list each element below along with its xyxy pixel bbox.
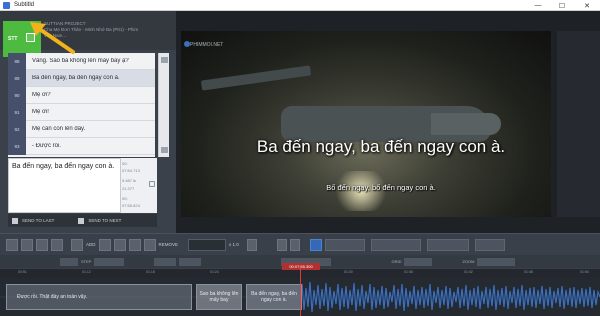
send-bar: SEND TO LAST SEND TO NEXT: [8, 214, 157, 227]
list-item-selected[interactable]: 89 Ba đến ngay, ba đến ngay con à.: [8, 69, 155, 87]
lock-column: [147, 158, 157, 213]
plane-nose-shape: [431, 113, 501, 135]
row-number: 91: [8, 103, 26, 121]
playhead[interactable]: [300, 268, 301, 316]
title-bar: Subtitld — ☐ ✕: [0, 0, 600, 11]
video-side-panel: [557, 31, 600, 217]
start-time[interactable]: 07:54.713: [122, 168, 140, 173]
add-icon[interactable]: [71, 238, 83, 251]
subtitle-edit-text[interactable]: Ba đến ngay, ba đến ngay con à.: [12, 162, 117, 171]
layout-group[interactable]: [474, 238, 505, 251]
main-toolbar: ADD REMOVE x 1.0: [0, 233, 600, 255]
insert-icon[interactable]: [98, 238, 111, 251]
ruler-tick: 01:36: [404, 270, 413, 274]
send-to-last-icon[interactable]: [12, 217, 18, 224]
playback-group[interactable]: [324, 238, 365, 251]
snap-group[interactable]: [426, 238, 469, 251]
duration-value[interactable]: 9.487 ik: [122, 178, 136, 183]
timeline-subtitle-block[interactable]: Được rồi. Thật đáy an toàn vậy.: [6, 284, 192, 310]
timing-column: 00: 07:54.713 9.487 ik 21.377 00: 07:55.…: [121, 158, 147, 213]
speed-value[interactable]: x 1.0: [229, 242, 239, 247]
ruler-tick: 00:51: [18, 270, 27, 274]
row-text: Mẹ ơi?: [32, 92, 51, 98]
minimize-button[interactable]: —: [527, 0, 549, 11]
timeline-subtitle-block[interactable]: Sao ba không lên máy bay: [196, 284, 242, 310]
timeline-subtitle-block-selected[interactable]: Ba đến ngay, ba đến ngay con à.: [246, 284, 302, 310]
row-number: 88: [8, 52, 26, 70]
slice-icon[interactable]: [113, 238, 126, 251]
view-group[interactable]: [370, 238, 421, 251]
row-text: Mẹ cần con lên đây.: [32, 126, 86, 132]
maximize-button[interactable]: ☐: [551, 0, 573, 11]
remove-button[interactable]: REMOVE: [159, 242, 179, 247]
subtitle-list-panel: SUTTIAN PROJECT Cha Mẹ Đơn Thân - Minh N…: [0, 11, 176, 233]
ruler-tick: 01:18: [146, 270, 155, 274]
list-item[interactable]: 92 Mẹ cần con lên đây.: [8, 120, 155, 138]
speed-select[interactable]: [188, 238, 227, 251]
grid-label: GRID: [391, 259, 402, 264]
remove-icon[interactable]: [143, 238, 156, 251]
overlap-icon[interactable]: [128, 238, 141, 251]
zoom-field[interactable]: [477, 257, 516, 266]
mark-button[interactable]: [154, 257, 177, 266]
video-player[interactable]: PHIMMOI.NET Ba đến ngay, ba đến ngay con…: [181, 31, 551, 217]
subtitle-editor[interactable]: Ba đến ngay, ba đến ngay con à.: [8, 158, 121, 213]
end-time[interactable]: 07:55.624: [122, 203, 140, 208]
stop-icon[interactable]: [246, 238, 257, 251]
prev-icon[interactable]: [276, 238, 287, 251]
ruler-tick: 01:12: [82, 270, 91, 274]
zoom-label: ZOOM: [462, 259, 475, 264]
split-icon[interactable]: [6, 238, 18, 251]
list-scrollbar[interactable]: [158, 53, 169, 157]
list-item[interactable]: 93 - Được rồi.: [8, 137, 155, 155]
duration-secondary: 21.377: [122, 186, 135, 191]
step-label: STEP: [81, 259, 92, 264]
close-button[interactable]: ✕: [576, 0, 598, 11]
row-number: 92: [8, 120, 26, 138]
add-button[interactable]: ADD: [86, 242, 96, 247]
ruler-tick: 01:24: [210, 270, 219, 274]
send-to-last-button[interactable]: SEND TO LAST: [22, 218, 54, 223]
row-number: 93: [8, 137, 26, 155]
snap-button[interactable]: [179, 257, 202, 266]
watermark-text: PHIMMOI.NET: [190, 42, 224, 48]
secondary-subtitle-overlay: Bố đến ngay, bố đến ngay con à.: [326, 183, 436, 192]
send-to-next-button[interactable]: SEND TO NEXT: [88, 218, 121, 223]
subtitle-list: 88 Vâng. Sao ba không lên máy bay ạ? 89 …: [8, 52, 155, 157]
video-panel: PHIMMOI.NET Ba đến ngay, ba đến ngay con…: [176, 11, 600, 233]
active-code-label: STT: [8, 36, 18, 42]
step-back-icon[interactable]: [60, 257, 78, 266]
subtitle-overlay: Ba đến ngay, ba đến ngay con à.: [256, 137, 506, 156]
step-field[interactable]: [94, 257, 125, 266]
ruler-tick: 01:30: [344, 270, 353, 274]
list-item[interactable]: 91 Mẹ ơi!: [8, 103, 155, 121]
ruler-tick: 01:54: [580, 270, 589, 274]
end-label: 00:: [122, 196, 128, 201]
row-text: Mẹ ơi!: [32, 109, 49, 115]
row-number: 90: [8, 86, 26, 104]
lock-icon[interactable]: [149, 181, 155, 187]
sync-icon[interactable]: [309, 238, 322, 251]
row-text: - Được rồi.: [32, 143, 61, 149]
annotation-arrow-icon: [30, 22, 75, 54]
scroll-down-icon[interactable]: [161, 147, 168, 153]
ruler-tick: 01:48: [524, 270, 533, 274]
merge-icon[interactable]: [21, 238, 33, 251]
app-logo-icon: [3, 1, 10, 9]
window-title: Subtitld: [14, 2, 35, 8]
send-to-next-icon[interactable]: [78, 217, 85, 224]
start-label: 00:: [122, 161, 128, 166]
playhead-time[interactable]: 00:07:55.300: [282, 263, 320, 270]
ruler-tick: 01:42: [464, 270, 473, 274]
grid-select[interactable]: [404, 257, 433, 266]
copy-icon[interactable]: [51, 238, 63, 251]
cut-icon[interactable]: [36, 238, 48, 251]
scroll-up-icon[interactable]: [161, 57, 168, 63]
row-number: 89: [8, 69, 26, 87]
row-text: Ba đến ngay, ba đến ngay con à.: [32, 75, 120, 81]
next-icon[interactable]: [289, 238, 300, 251]
list-item[interactable]: 90 Mẹ ơi?: [8, 86, 155, 104]
